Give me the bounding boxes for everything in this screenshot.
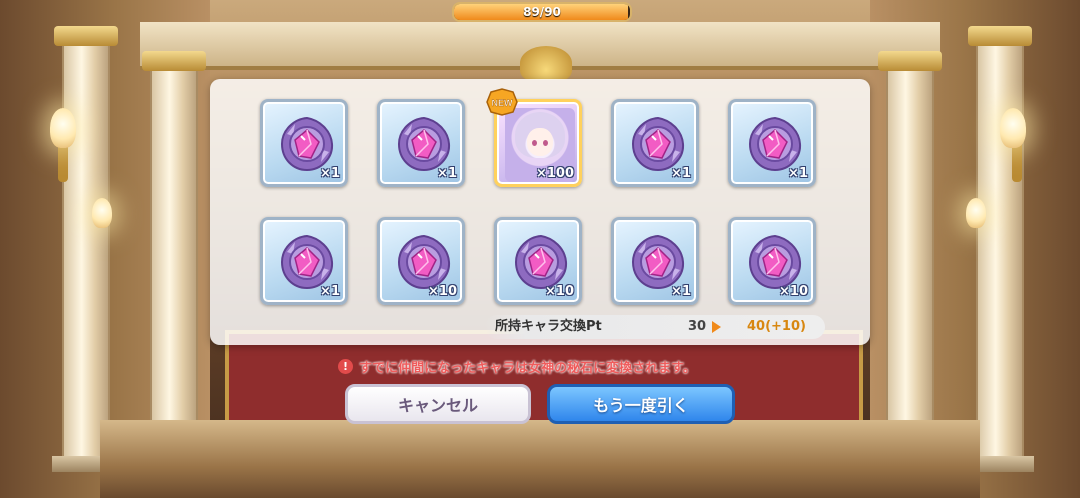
draw-again-button[interactable]: もう一度引く: [547, 384, 735, 424]
shard-result-card[interactable]: ×1: [611, 99, 699, 187]
wall-lamp-right: [1000, 108, 1026, 148]
memory-shard-icon: [748, 234, 802, 290]
wall-lamp-left-small: [92, 198, 112, 228]
memory-shard-icon: [397, 234, 451, 290]
shard-result-card[interactable]: ×10: [728, 217, 816, 305]
notice-text: すでに仲間になったキャラは女神の秘石に変換されます。: [359, 360, 696, 376]
shard-result-card[interactable]: ×1: [728, 99, 816, 187]
quantity-label: ×10: [545, 284, 574, 299]
quantity-label: ×1: [320, 166, 340, 181]
shard-result-card[interactable]: ×1: [611, 217, 699, 305]
shard-result-card[interactable]: ×10: [377, 217, 465, 305]
shard-result-card[interactable]: ×1: [260, 217, 348, 305]
left-column: [140, 51, 208, 457]
crest-ornament: [520, 46, 572, 80]
shard-result-card[interactable]: ×10: [494, 217, 582, 305]
gacha-result-panel: ×1 ×1 NEW ×100 ×1 ×1 ×1 ×10 ×10 ×1 ×10 所…: [210, 79, 870, 345]
exchange-points-row: 所持キャラ交換Pt 30 40(+10): [485, 315, 825, 339]
stamina-bar: 89/90: [452, 2, 632, 22]
memory-shard-icon: [280, 234, 334, 290]
shard-result-card[interactable]: ×1: [260, 99, 348, 187]
far-left-column: [52, 26, 120, 472]
conversion-notice: ! すでに仲間になったキャラは女神の秘石に変換されます。: [338, 356, 696, 376]
character-result-card[interactable]: NEW ×100: [486, 88, 582, 187]
stage-top-frame: [140, 22, 940, 80]
wall-lamp-right-small: [966, 198, 986, 228]
new-badge: NEW: [483, 88, 521, 116]
new-badge-text: NEW: [492, 98, 514, 108]
arrow-right-icon: [712, 321, 721, 333]
stamina-text: 89/90: [523, 5, 561, 19]
memory-shard-icon: [631, 234, 685, 290]
memory-shard-icon: [397, 116, 451, 172]
right-column: [876, 51, 944, 457]
quantity-label: ×100: [535, 166, 574, 181]
wall-lamp-left: [50, 108, 76, 148]
quantity-label: ×1: [788, 166, 808, 181]
memory-shard-icon: [280, 116, 334, 172]
quantity-label: ×1: [671, 284, 691, 299]
quantity-label: ×10: [428, 284, 457, 299]
result-grid: ×1 ×1 NEW ×100 ×1 ×1 ×1 ×10 ×10 ×1 ×10: [260, 88, 820, 305]
memory-shard-icon: [514, 234, 568, 290]
quantity-label: ×1: [671, 166, 691, 181]
quantity-label: ×10: [779, 284, 808, 299]
shard-result-card[interactable]: ×1: [377, 99, 465, 187]
memory-shard-icon: [748, 116, 802, 172]
far-right-column: [966, 26, 1034, 472]
quantity-label: ×1: [437, 166, 457, 181]
cancel-button[interactable]: キャンセル: [345, 384, 531, 424]
stage-floor: [100, 420, 980, 498]
exchange-points-label: 所持キャラ交換Pt: [495, 319, 602, 334]
memory-shard-icon: [631, 116, 685, 172]
exchange-points-new: 40(+10): [747, 319, 806, 334]
warning-icon: !: [338, 358, 353, 374]
quantity-label: ×1: [320, 284, 340, 299]
exchange-points-old: 30: [688, 319, 707, 334]
